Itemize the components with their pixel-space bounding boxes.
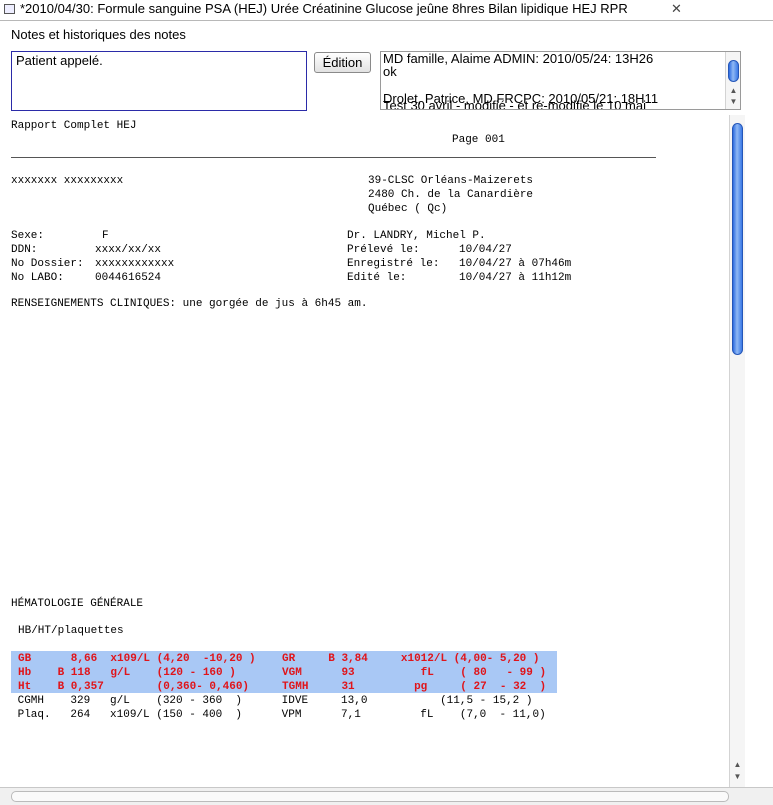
section-title: HÉMATOLOGIE GÉNÉRALE <box>11 598 144 610</box>
editor-tab[interactable]: *2010/04/30: Formule sanguine PSA (HEJ) … <box>0 0 773 21</box>
notes-section-label: Notes et historiques des notes <box>11 27 186 42</box>
horizontal-scrollbar[interactable] <box>0 787 773 805</box>
result-row: GB 8,66 x109/L (4,20 -10,20 ) GR B 3,84 … <box>18 653 540 665</box>
horizontal-scroll-track[interactable] <box>11 791 729 802</box>
scroll-down-icon[interactable]: ▼ <box>726 96 740 108</box>
page-number: Page 001 <box>452 134 505 146</box>
edite-label: Edité le: <box>347 272 407 284</box>
patient-name: xxxxxxx xxxxxxxxx <box>11 175 124 187</box>
history-entry-text: ok <box>383 64 397 79</box>
result-row: Hb B 118 g/L (120 - 160 ) VGM 93 fL ( 80… <box>18 667 547 679</box>
clinic-name: 39-CLSC Orléans-Maizerets <box>368 175 534 187</box>
ddn-value: xxxx/xx/xx <box>95 244 162 256</box>
close-icon[interactable]: ✕ <box>671 1 682 17</box>
clinical-info: RENSEIGNEMENTS CLINIQUES: une gorgée de … <box>11 298 368 310</box>
history-scrollbar[interactable]: ▲ ▼ <box>725 52 740 109</box>
scroll-down-icon[interactable]: ▼ <box>730 771 745 783</box>
document-icon <box>4 4 15 14</box>
clinic-address: 2480 Ch. de la Canardière <box>368 189 534 201</box>
ddn-label: DDN: <box>11 244 38 256</box>
sexe-label: Sexe: <box>11 230 45 242</box>
report-view: Rapport Complet HEJ Page 001 xxxxxxx xxx… <box>0 115 728 787</box>
tab-title[interactable]: *2010/04/30: Formule sanguine PSA (HEJ) … <box>20 1 628 16</box>
edite-value: 10/04/27 à 11h12m <box>459 272 572 284</box>
preleve-label: Prélevé le: <box>347 244 420 256</box>
history-entry-author: MD famille, Alaime ADMIN: 2010/05/24: 13… <box>383 51 654 66</box>
report-header: Rapport Complet HEJ <box>11 120 137 132</box>
note-input[interactable] <box>11 51 307 111</box>
scroll-up-icon[interactable]: ▲ <box>730 759 745 771</box>
result-row: Ht B 0,357 (0,360- 0,460) TGMH 31 pg ( 2… <box>18 681 547 693</box>
divider <box>11 157 656 158</box>
labo-value: 0044616524 <box>95 272 162 284</box>
clinic-city: Québec ( Qc) <box>368 203 448 215</box>
report-scroll-thumb[interactable] <box>732 123 743 355</box>
history-entry-text: Test 30 avril - modifié - et re-modifié … <box>383 98 646 110</box>
edit-button[interactable]: Édition <box>314 52 371 73</box>
doctor-name: Dr. LANDRY, Michel P. <box>347 230 486 242</box>
subsection-title: HB/HT/plaquettes <box>18 625 124 637</box>
history-scroll-thumb[interactable] <box>728 60 739 82</box>
result-row: Plaq. 264 x109/L (150 - 400 ) VPM 7,1 fL… <box>11 709 546 721</box>
dossier-label: No Dossier: <box>11 258 84 270</box>
preleve-value: 10/04/27 <box>459 244 512 256</box>
enregistre-label: Enregistré le: <box>347 258 440 270</box>
sexe-value: F <box>102 230 109 242</box>
result-row: CGMH 329 g/L (320 - 360 ) IDVE 13,0 (11,… <box>11 695 533 707</box>
report-scrollbar[interactable]: ▲ ▼ <box>729 115 745 787</box>
dossier-value: xxxxxxxxxxxx <box>95 258 175 270</box>
notes-history-list[interactable]: MD famille, Alaime ADMIN: 2010/05/24: 13… <box>380 51 741 110</box>
labo-label: No LABO: <box>11 272 64 284</box>
enregistre-value: 10/04/27 à 07h46m <box>459 258 572 270</box>
